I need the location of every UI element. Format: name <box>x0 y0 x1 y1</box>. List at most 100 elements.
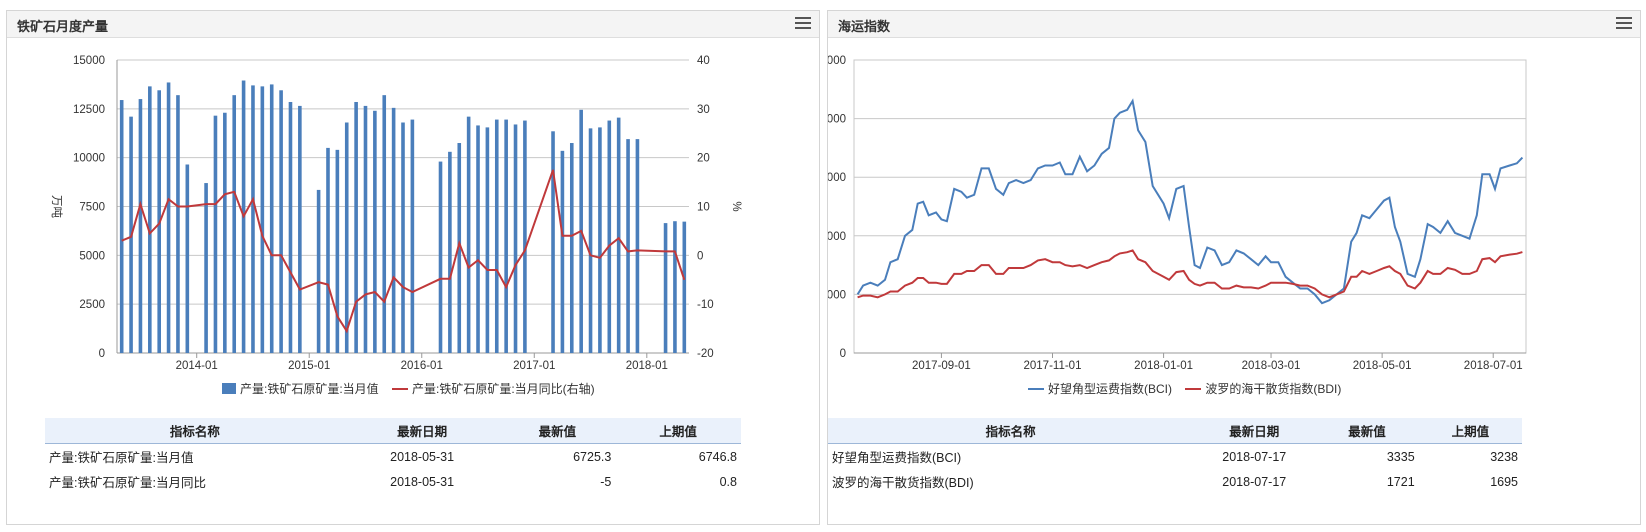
bar <box>598 127 602 353</box>
x-tick-label: 2018-05-01 <box>1353 360 1412 372</box>
bar <box>335 149 340 353</box>
bar <box>344 122 349 353</box>
bar <box>269 84 274 353</box>
x-tick-label: 2017-11-01 <box>1024 360 1082 372</box>
bar <box>223 112 227 354</box>
y2-tick-label: 20 <box>697 153 710 165</box>
bar <box>438 161 443 353</box>
plot-border <box>853 59 1527 354</box>
bar <box>326 147 330 353</box>
bar <box>166 82 171 354</box>
bar <box>626 139 630 353</box>
bar <box>213 115 218 353</box>
y-tick-label: 12500 <box>73 104 105 116</box>
bar <box>410 119 415 354</box>
legend-label: 波罗的海干散货指数(BDI) <box>1205 382 1342 396</box>
bar <box>204 183 208 353</box>
menu-icon[interactable] <box>795 17 811 30</box>
bar <box>382 95 387 353</box>
table-row[interactable]: 好望角型运费指数(BCI) 2018-07-17 3335 3238 <box>828 444 1522 470</box>
y-tick-label: 5000 <box>828 55 846 67</box>
legend-item-monthly-output[interactable]: 产量:铁矿石原矿量:当月值 <box>222 380 379 397</box>
line-swatch-icon <box>1185 388 1202 390</box>
column-header: 最新值 <box>1315 418 1419 444</box>
table-header-row: 指标名称 最新日期 最新值 上期值 <box>45 418 741 444</box>
bar <box>569 143 574 353</box>
bar <box>485 127 490 353</box>
legend-item-bci[interactable]: 好望角型运费指数(BCI) <box>1028 380 1172 397</box>
x-tick-label: 2018-01-01 <box>1134 360 1193 372</box>
x-tick-label: 2017-01 <box>513 360 555 372</box>
column-header: 上期值 <box>1418 418 1522 444</box>
y2-tick-label: -10 <box>697 299 714 311</box>
bar <box>523 120 527 353</box>
bar <box>494 119 499 354</box>
y2-tick-label: 30 <box>697 104 710 116</box>
menu-icon[interactable] <box>1616 17 1632 30</box>
panel-title: 海运指数 <box>838 19 891 34</box>
y2-tick-label: 10 <box>697 202 710 214</box>
bar <box>391 107 396 354</box>
iron-ore-panel: 铁矿石月度产量 0 2500 5000 7500 10000 12500 15000 -20 -… <box>6 10 820 525</box>
indicator-name: 产量:铁矿石原矿量:当月值 <box>49 451 194 465</box>
column-header: 最新日期 <box>1193 418 1316 444</box>
indicator-name: 波罗的海干散货指数(BDI) <box>832 476 974 490</box>
legend-label: 好望角型运费指数(BCI) <box>1048 382 1172 396</box>
bar <box>476 125 480 353</box>
indicator-table: 指标名称 最新日期 最新值 上期值 好望角型运费指数(BCI) 2018-07-… <box>828 418 1522 494</box>
bci-series-line <box>856 98 1524 305</box>
previous-value: 3238 <box>1490 449 1518 464</box>
column-header: 指标名称 <box>45 418 345 444</box>
column-header: 指标名称 <box>828 418 1194 444</box>
y2-tick-label: -20 <box>697 348 714 360</box>
legend-item-bdi[interactable]: 波罗的海干散货指数(BDI) <box>1185 380 1341 397</box>
bar <box>513 124 518 354</box>
bar <box>635 139 640 353</box>
bar <box>148 86 152 353</box>
bar <box>119 100 124 353</box>
y2-tick-label: 40 <box>697 55 710 67</box>
previous-value: 6746.8 <box>698 449 737 464</box>
latest-value: 1721 <box>1386 474 1415 489</box>
bar <box>551 131 555 353</box>
shipping-index-panel: 海运指数 0 1000 2000 3000 4000 5000 2017-09-01 2017… <box>827 10 1641 525</box>
indicator-name: 产量:铁矿石原矿量:当月同比 <box>49 476 206 490</box>
bar <box>373 110 377 353</box>
bar <box>316 189 321 353</box>
table-header-row: 指标名称 最新日期 最新值 上期值 <box>828 418 1522 444</box>
bar <box>560 150 565 353</box>
panel-header: 铁矿石月度产量 <box>7 11 819 38</box>
column-header: 上期值 <box>615 418 741 444</box>
panel-header: 海运指数 <box>828 11 1640 38</box>
y-tick-label: 2500 <box>79 299 105 311</box>
indicator-name: 好望角型运费指数(BCI) <box>832 451 962 465</box>
y-tick-label: 15000 <box>73 55 105 67</box>
bar <box>466 116 471 353</box>
bar <box>251 85 255 353</box>
bar <box>232 95 237 353</box>
y-tick-label: 10000 <box>73 153 105 165</box>
bar <box>363 105 368 353</box>
legend-label: 产量:铁矿石原矿量:当月同比(右轴) <box>412 382 595 396</box>
table-row[interactable]: 产量:铁矿石原矿量:当月值 2018-05-31 6725.3 6746.8 <box>45 444 741 470</box>
bar <box>504 119 508 354</box>
latest-date: 2018-05-31 <box>390 474 455 489</box>
bar <box>616 117 621 353</box>
column-header: 最新日期 <box>344 418 500 444</box>
bar <box>176 95 180 353</box>
x-tick-label: 2018-01 <box>626 360 668 372</box>
x-tick-label: 2016-01 <box>401 360 443 372</box>
bar <box>588 128 593 353</box>
table-row[interactable]: 波罗的海干散货指数(BDI) 2018-07-17 1721 1695 <box>828 469 1522 494</box>
legend-item-yoy[interactable]: 产量:铁矿石原矿量:当月同比(右轴) <box>392 380 595 397</box>
bar <box>673 221 677 353</box>
y2-axis-label: % <box>730 201 742 211</box>
chart-legend: 产量:铁矿石原矿量:当月值 产量:铁矿石原矿量:当月同比(右轴) <box>222 380 605 397</box>
bar <box>288 101 293 353</box>
y-tick-label: 4000 <box>828 114 846 126</box>
panel-title: 铁矿石月度产量 <box>17 19 109 34</box>
x-tick-label: 2018-03-01 <box>1242 360 1301 372</box>
table-row[interactable]: 产量:铁矿石原矿量:当月同比 2018-05-31 -5 0.8 <box>45 469 741 494</box>
x-tick-label: 2014-01 <box>176 360 218 372</box>
line-swatch-icon <box>1028 388 1044 390</box>
